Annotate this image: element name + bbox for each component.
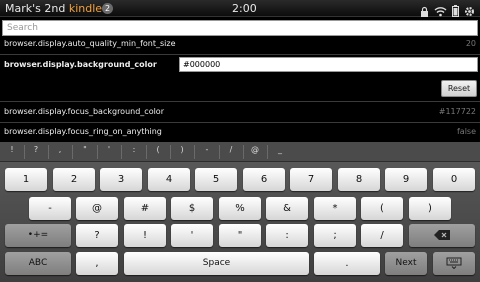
key-digit[interactable]: 1 [5,168,47,191]
key-symbol[interactable]: " [219,224,261,247]
pref-name: browser.display.auto_quality_min_font_si… [4,39,176,48]
search-input[interactable] [2,20,478,36]
strip-key[interactable]: ) [172,145,192,159]
strip-separator [24,145,25,159]
key-symbol[interactable]: ! [124,224,166,247]
device-name-prefix: Mark's 2nd [5,2,69,15]
pref-name: browser.display.focus_background_color [4,107,164,116]
key-abc[interactable]: ABC [5,252,71,275]
key-symbol[interactable]: @ [76,197,118,220]
backspace-icon [434,230,450,240]
strip-separator [48,145,49,159]
strip-key[interactable]: ' [99,145,119,159]
key-symbol[interactable]: $ [171,197,213,220]
on-screen-keyboard: ! ? , " ' : ( ) - / @ _ 1 2 3 4 5 6 7 8 … [0,142,480,282]
key-symbol[interactable]: / [361,224,403,247]
status-bar: Mark's 2nd kindle 2 2:00 [0,0,480,17]
strip-separator [170,145,171,159]
notification-badge[interactable]: 2 [102,3,113,14]
hide-keyboard-key[interactable] [433,252,475,275]
strip-key[interactable]: @ [245,145,265,159]
strip-separator [146,145,147,159]
strip-key[interactable]: ( [148,145,168,159]
strip-separator [243,145,244,159]
pref-row-auto-quality-min-font-size[interactable]: browser.display.auto_quality_min_font_si… [0,37,480,54]
divider [0,122,480,123]
space-key[interactable]: Space [124,252,309,275]
strip-key[interactable]: : [124,145,144,159]
pref-value-input[interactable] [179,57,478,72]
key-digit[interactable]: 3 [100,168,142,191]
strip-key[interactable]: ? [26,145,46,159]
key-comma[interactable]: , [76,252,118,275]
divider [0,101,480,102]
key-symbol[interactable]: ; [314,224,356,247]
device-name: Mark's 2nd kindle [5,2,102,15]
strip-key[interactable]: " [75,145,95,159]
pref-name: browser.display.focus_ring_on_anything [4,127,162,136]
status-clock: 2:00 [232,2,257,15]
key-digit[interactable]: 5 [195,168,237,191]
strip-key[interactable]: , [50,145,70,159]
pref-value: 20 [465,39,476,48]
key-symbol[interactable]: # [124,197,166,220]
keyboard-hide-icon [446,257,462,270]
strip-separator [97,145,98,159]
key-digit[interactable]: 8 [338,168,380,191]
key-symbol[interactable]: & [266,197,308,220]
strip-separator [72,145,73,159]
device-brand: kindle [68,2,103,15]
key-digit[interactable]: 9 [385,168,427,191]
strip-separator [219,145,220,159]
search-row [0,19,480,37]
key-symbol[interactable]: ) [409,197,451,220]
key-digit[interactable]: 2 [53,168,95,191]
strip-key[interactable]: _ [270,145,290,159]
key-digit[interactable]: 4 [148,168,190,191]
pref-value: false [456,127,476,136]
strip-separator [194,145,195,159]
strip-separator [121,145,122,159]
strip-key[interactable]: - [197,145,217,159]
key-digit[interactable]: 7 [290,168,332,191]
pref-row-focus-background-color[interactable]: browser.display.focus_background_color #… [0,103,480,121]
pref-row-background-color[interactable]: browser.display.background_color Reset [0,56,480,102]
key-period[interactable]: . [314,252,380,275]
key-symbol[interactable]: - [29,197,71,220]
next-key[interactable]: Next [385,252,427,275]
reset-button[interactable]: Reset [441,80,477,97]
pref-name: browser.display.background_color [4,60,157,69]
symbol-strip: ! ? , " ' : ( ) - / @ _ [0,142,480,162]
strip-key[interactable]: / [221,145,241,159]
strip-separator [267,145,268,159]
key-digit[interactable]: 0 [433,168,475,191]
pref-value: #117722 [438,107,476,116]
key-symbol[interactable]: * [314,197,356,220]
key-more-symbols[interactable]: •+= [5,224,71,247]
key-symbol[interactable]: ' [171,224,213,247]
pref-row-focus-ring-on-anything[interactable]: browser.display.focus_ring_on_anything f… [0,124,480,140]
key-digit[interactable]: 6 [243,168,285,191]
divider [0,54,480,55]
key-symbol[interactable]: : [266,224,308,247]
backspace-key[interactable] [409,224,475,247]
strip-key[interactable]: ! [2,145,22,159]
key-symbol[interactable]: ( [361,197,403,220]
key-symbol[interactable]: ? [76,224,118,247]
key-symbol[interactable]: % [219,197,261,220]
